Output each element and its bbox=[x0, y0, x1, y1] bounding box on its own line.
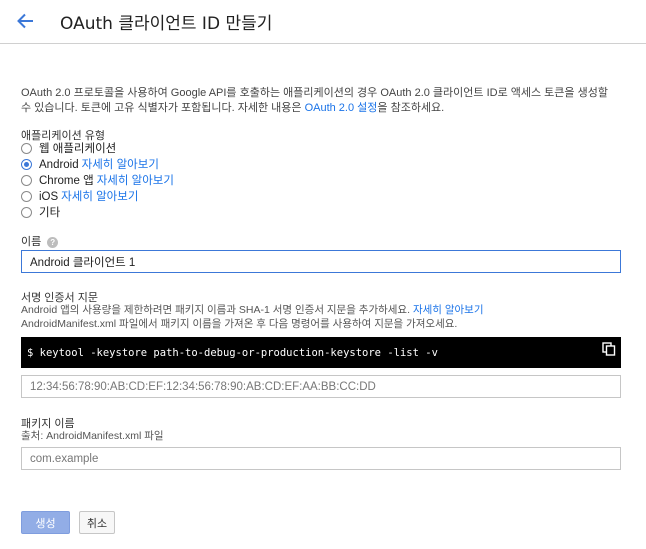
name-field-label: 이름? bbox=[21, 233, 59, 249]
cancel-button[interactable]: 취소 bbox=[79, 511, 115, 534]
radio-option-android[interactable]: Android 자세히 알아보기 bbox=[21, 156, 159, 172]
radio-option-web[interactable]: 웹 애플리케이션 bbox=[21, 140, 116, 156]
package-name-input[interactable] bbox=[21, 447, 621, 470]
page-title: OAuth 클라이언트 ID 만들기 bbox=[60, 14, 273, 34]
name-input[interactable] bbox=[21, 250, 621, 273]
create-button[interactable]: 생성 bbox=[21, 511, 70, 534]
radio-button[interactable] bbox=[21, 174, 32, 186]
cert-description: Android 앱의 사용량을 제한하려면 패키지 이름과 SHA-1 서명 인… bbox=[21, 304, 484, 330]
radio-button[interactable] bbox=[21, 206, 32, 218]
package-source-text: 출처: AndroidManifest.xml 파일 bbox=[21, 430, 164, 442]
radio-option-ios[interactable]: iOS 자세히 알아보기 bbox=[21, 188, 138, 204]
intro-text: OAuth 2.0 프로토콜을 사용하여 Google API를 호출하는 애플… bbox=[21, 87, 608, 114]
radio-label: Chrome 앱 자세히 알아보기 bbox=[39, 175, 174, 187]
radio-button[interactable] bbox=[21, 190, 32, 202]
back-arrow-icon[interactable] bbox=[12, 8, 38, 34]
oauth-setup-link[interactable]: OAuth 2.0 설정 bbox=[305, 102, 378, 114]
help-icon[interactable]: ? bbox=[47, 236, 59, 248]
copy-icon[interactable] bbox=[602, 342, 616, 356]
fingerprint-input[interactable] bbox=[21, 375, 621, 398]
learn-more-link[interactable]: 자세히 알아보기 bbox=[97, 175, 174, 187]
radio-label: Android 자세히 알아보기 bbox=[39, 159, 159, 171]
radio-label: iOS 자세히 알아보기 bbox=[39, 191, 139, 203]
radio-option-chrome-app[interactable]: Chrome 앱 자세히 알아보기 bbox=[21, 172, 174, 188]
radio-label: 기타 bbox=[39, 207, 61, 219]
radio-button-selected[interactable] bbox=[21, 158, 32, 170]
radio-label: 웹 애플리케이션 bbox=[39, 143, 117, 155]
keytool-command-block: $ keytool -keystore path-to-debug-or-pro… bbox=[21, 337, 621, 368]
radio-button[interactable] bbox=[21, 142, 32, 154]
top-bar: OAuth 클라이언트 ID 만들기 bbox=[0, 0, 646, 44]
learn-more-link[interactable]: 자세히 알아보기 bbox=[61, 191, 138, 203]
learn-more-link[interactable]: 자세히 알아보기 bbox=[413, 304, 484, 316]
radio-option-other[interactable]: 기타 bbox=[21, 204, 60, 220]
learn-more-link[interactable]: 자세히 알아보기 bbox=[82, 159, 159, 171]
keytool-command: $ keytool -keystore path-to-debug-or-pro… bbox=[27, 346, 438, 359]
